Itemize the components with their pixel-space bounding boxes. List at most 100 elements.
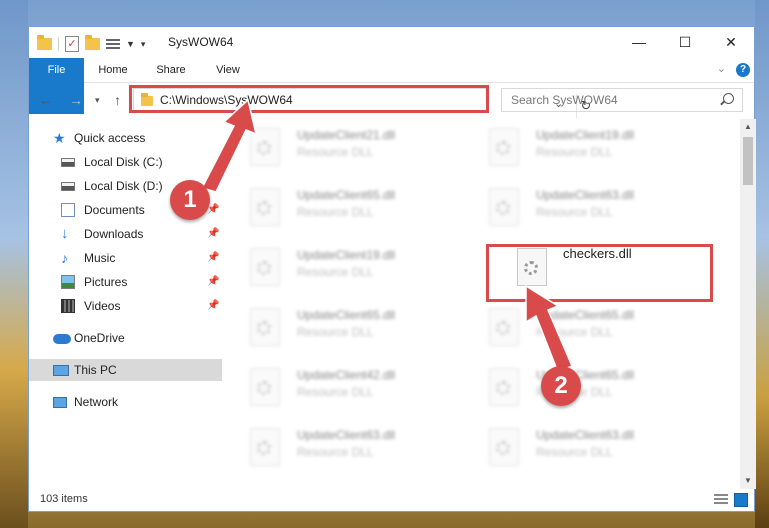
tab-home[interactable]: Home (91, 58, 135, 82)
scroll-down-icon[interactable]: ▼ (740, 473, 756, 489)
close-button[interactable]: ✕ (708, 27, 754, 57)
file-explorer-window: ✓ ▼ ▾ SysWOW64 — ☐ ✕ File Home Share Vie… (28, 26, 756, 512)
dll-file-icon (250, 308, 280, 346)
onedrive-icon (53, 334, 71, 344)
pin-icon[interactable]: 📌 (207, 300, 219, 311)
up-arrow-icon[interactable]: ↑ (114, 92, 121, 108)
sidebar-item-label: This PC (74, 363, 117, 377)
network-icon (53, 397, 67, 408)
sidebar-item-pictures[interactable]: Pictures 📌 (29, 271, 222, 293)
dll-file-icon (489, 128, 519, 166)
window-title: SysWOW64 (168, 35, 234, 49)
file-name: UpdateClient65.dll (297, 188, 396, 202)
toolbar-divider (58, 37, 59, 51)
sidebar-item-music[interactable]: ♪ Music 📌 (29, 247, 222, 269)
tab-view[interactable]: View (207, 58, 249, 82)
sidebar-item-network[interactable]: Network (29, 391, 222, 413)
file-name: UpdateClient63.dll (536, 428, 635, 442)
file-type: Resource DLL (297, 265, 374, 279)
file-item[interactable]: UpdateClient63.dll Resource DLL (461, 182, 691, 238)
customize-list-icon[interactable] (106, 38, 120, 50)
sidebar-item-label: OneDrive (74, 331, 125, 345)
forward-arrow-icon[interactable]: → (69, 92, 83, 108)
file-item[interactable]: UpdateClient19.dll Resource DLL (461, 122, 691, 178)
file-item[interactable]: UpdateClient42.dll Resource DLL (222, 362, 452, 418)
details-view-icon[interactable] (714, 494, 728, 506)
ribbon-tabs: File Home Share View ⌄ ? (29, 58, 754, 114)
sidebar-item-downloads[interactable]: ↓ Downloads 📌 (29, 223, 222, 245)
downloads-icon: ↓ (61, 225, 69, 242)
minimize-button[interactable]: — (616, 27, 662, 57)
navigation-bar: ← → ▾ ↑ C:\Windows\SysWOW64 ⌄ ↻ Search S… (29, 83, 754, 118)
step-badge-1: 1 (170, 180, 210, 220)
file-name: UpdateClient65.dll (297, 308, 396, 322)
sidebar-item-label: Local Disk (D:) (84, 179, 163, 193)
desktop-background-right (755, 0, 769, 528)
file-name: UpdateClient42.dll (297, 368, 396, 382)
scroll-thumb[interactable] (743, 137, 753, 185)
file-type: Resource DLL (297, 145, 374, 159)
file-name: UpdateClient19.dll (297, 248, 396, 262)
file-type: Resource DLL (536, 205, 613, 219)
vertical-scrollbar[interactable]: ▲ ▼ (740, 119, 756, 489)
chevron-down-icon[interactable]: ▼ (126, 39, 135, 49)
file-name: UpdateClient63.dll (536, 188, 635, 202)
sidebar-item-label: Quick access (74, 131, 146, 145)
videos-icon (61, 299, 75, 313)
star-icon: ★ (53, 130, 66, 146)
qat-dropdown-icon[interactable]: ▾ (141, 39, 146, 50)
properties-check-icon[interactable]: ✓ (65, 36, 79, 52)
sidebar-item-label: Videos (84, 299, 121, 313)
this-pc-icon (53, 365, 69, 376)
file-item[interactable]: UpdateClient63.dll Resource DLL (222, 422, 452, 478)
documents-icon (61, 203, 75, 217)
status-bar: 103 items (29, 489, 754, 511)
file-item[interactable]: UpdateClient19.dll Resource DLL (222, 242, 452, 298)
file-name: UpdateClient19.dll (536, 128, 635, 142)
file-name: UpdateClient21.dll (297, 128, 396, 142)
folder-icon (37, 35, 52, 50)
back-arrow-icon[interactable]: ← (39, 92, 53, 108)
new-folder-icon[interactable] (85, 35, 100, 50)
pin-icon[interactable]: 📌 (207, 276, 219, 287)
sidebar-item-label: Local Disk (C:) (84, 155, 163, 169)
drive-icon (61, 158, 75, 167)
quick-access-toolbar: ✓ ▼ ▾ (37, 35, 145, 53)
dll-file-icon (250, 368, 280, 406)
desktop-background-left (0, 0, 28, 528)
title-bar: ✓ ▼ ▾ SysWOW64 — ☐ ✕ (29, 27, 754, 59)
dll-file-icon (489, 368, 519, 406)
recent-locations-icon[interactable]: ▾ (95, 95, 100, 106)
file-type: Resource DLL (297, 325, 374, 339)
sidebar-item-label: Network (74, 395, 119, 409)
large-icons-view-icon[interactable] (734, 493, 748, 507)
step-badge-2: 2 (541, 366, 581, 406)
sidebar-item-label: Pictures (84, 275, 128, 289)
dll-file-icon (489, 308, 519, 346)
file-type: Resource DLL (536, 145, 613, 159)
music-icon: ♪ (61, 250, 68, 266)
sidebar-item-videos[interactable]: Videos 📌 (29, 295, 222, 317)
file-type: Resource DLL (297, 385, 374, 399)
sidebar-item-onedrive[interactable]: OneDrive (29, 327, 222, 349)
pictures-icon (61, 275, 75, 289)
file-item[interactable]: UpdateClient65.dll Resource DLL (222, 302, 452, 358)
sidebar-item-label: Music (84, 251, 116, 265)
search-icon[interactable] (723, 93, 734, 104)
sidebar-item-label: Downloads (84, 227, 144, 241)
tab-share[interactable]: Share (148, 58, 194, 82)
expand-ribbon-icon[interactable]: ⌄ (717, 62, 726, 75)
dll-file-icon (489, 428, 519, 466)
search-box[interactable]: Search SysWOW64 (501, 88, 743, 112)
scroll-up-icon[interactable]: ▲ (740, 119, 756, 135)
file-item[interactable]: UpdateClient63.dll Resource DLL (461, 422, 691, 478)
help-icon[interactable]: ? (736, 63, 750, 77)
search-input[interactable]: Search SysWOW64 (511, 93, 618, 107)
dll-file-icon (489, 188, 519, 226)
pin-icon[interactable]: 📌 (207, 228, 219, 239)
dll-file-icon (250, 428, 280, 466)
sidebar-item-this-pc[interactable]: This PC (29, 359, 222, 381)
pin-icon[interactable]: 📌 (207, 252, 219, 263)
maximize-button[interactable]: ☐ (662, 27, 708, 57)
file-name: UpdateClient63.dll (297, 428, 396, 442)
